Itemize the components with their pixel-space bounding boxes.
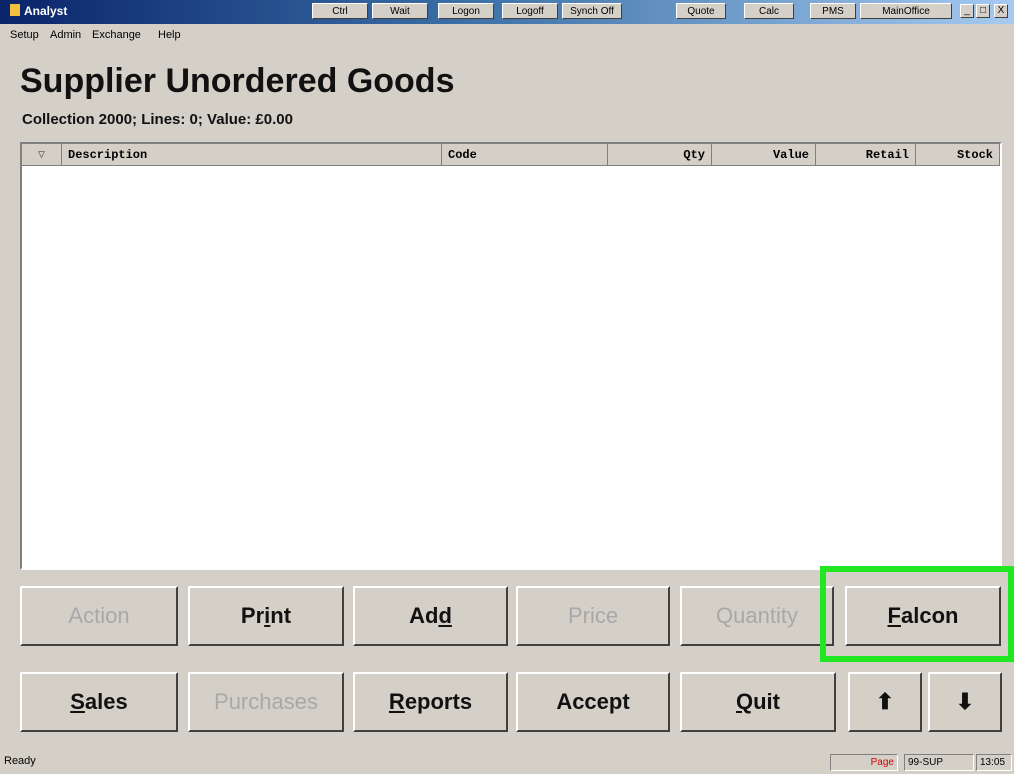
- menu-bar: Setup Admin Exchange Help: [0, 26, 1014, 44]
- toolbar-button-quote[interactable]: Quote: [676, 3, 726, 19]
- status-page: Page: [830, 754, 898, 771]
- collection-summary: Collection 2000; Lines: 0; Value: £0.00: [22, 111, 293, 128]
- close-button[interactable]: X: [994, 4, 1008, 18]
- purchases-button[interactable]: Purchases: [188, 672, 344, 732]
- quit-button[interactable]: Quit: [680, 672, 836, 732]
- menu-exchange[interactable]: Exchange: [92, 29, 141, 41]
- maximize-button[interactable]: □: [976, 4, 990, 18]
- toolbar-button-synch-off[interactable]: Synch Off: [562, 3, 622, 19]
- toolbar-button-logon[interactable]: Logon: [438, 3, 494, 19]
- column-header-stock[interactable]: Stock: [916, 144, 1000, 166]
- scroll-up-button[interactable]: ⬆: [848, 672, 922, 732]
- quantity-button[interactable]: Quantity: [680, 586, 834, 646]
- status-code: 99-SUP: [904, 754, 974, 771]
- action-button[interactable]: Action: [20, 586, 178, 646]
- arrow-up-icon: ⬆: [875, 689, 895, 714]
- status-bar: Ready Page 99-SUP 13:05: [0, 751, 1014, 774]
- title-bar: Analyst Ctrl Wait Logon Logoff Synch Off…: [0, 0, 1014, 24]
- price-button[interactable]: Price: [516, 586, 670, 646]
- app-logo-icon: [10, 4, 20, 16]
- reports-button[interactable]: Reports: [353, 672, 508, 732]
- menu-setup[interactable]: Setup: [10, 29, 39, 41]
- falcon-highlight: [820, 566, 1014, 662]
- add-button[interactable]: Add: [353, 586, 508, 646]
- status-text: Ready: [4, 755, 36, 767]
- column-header-retail[interactable]: Retail: [816, 144, 916, 166]
- toolbar-button-wait[interactable]: Wait: [372, 3, 428, 19]
- page-title: Supplier Unordered Goods: [20, 62, 455, 100]
- scroll-down-button[interactable]: ⬇: [928, 672, 1002, 732]
- app-title: Analyst: [10, 4, 67, 18]
- column-header-value[interactable]: Value: [712, 144, 816, 166]
- toolbar-button-mainoffice[interactable]: MainOffice: [860, 3, 952, 19]
- column-header-code[interactable]: Code: [442, 144, 608, 166]
- arrow-down-icon: ⬇: [955, 689, 975, 714]
- column-header-description[interactable]: Description: [62, 144, 442, 166]
- minimize-button[interactable]: _: [960, 4, 974, 18]
- sales-button[interactable]: Sales: [20, 672, 178, 732]
- print-button[interactable]: Print: [188, 586, 344, 646]
- accept-button[interactable]: Accept: [516, 672, 670, 732]
- menu-help[interactable]: Help: [158, 29, 181, 41]
- toolbar-button-calc[interactable]: Calc: [744, 3, 794, 19]
- menu-admin[interactable]: Admin: [50, 29, 81, 41]
- toolbar-button-pms[interactable]: PMS: [810, 3, 856, 19]
- toolbar-button-logoff[interactable]: Logoff: [502, 3, 558, 19]
- toolbar-button-ctrl[interactable]: Ctrl: [312, 3, 368, 19]
- sort-indicator-icon[interactable]: ▽: [22, 144, 62, 166]
- app-title-text: Analyst: [24, 4, 68, 18]
- column-header-qty[interactable]: Qty: [608, 144, 712, 166]
- status-time: 13:05: [976, 754, 1012, 771]
- goods-table[interactable]: ▽ Description Code Qty Value Retail Stoc…: [20, 142, 1002, 570]
